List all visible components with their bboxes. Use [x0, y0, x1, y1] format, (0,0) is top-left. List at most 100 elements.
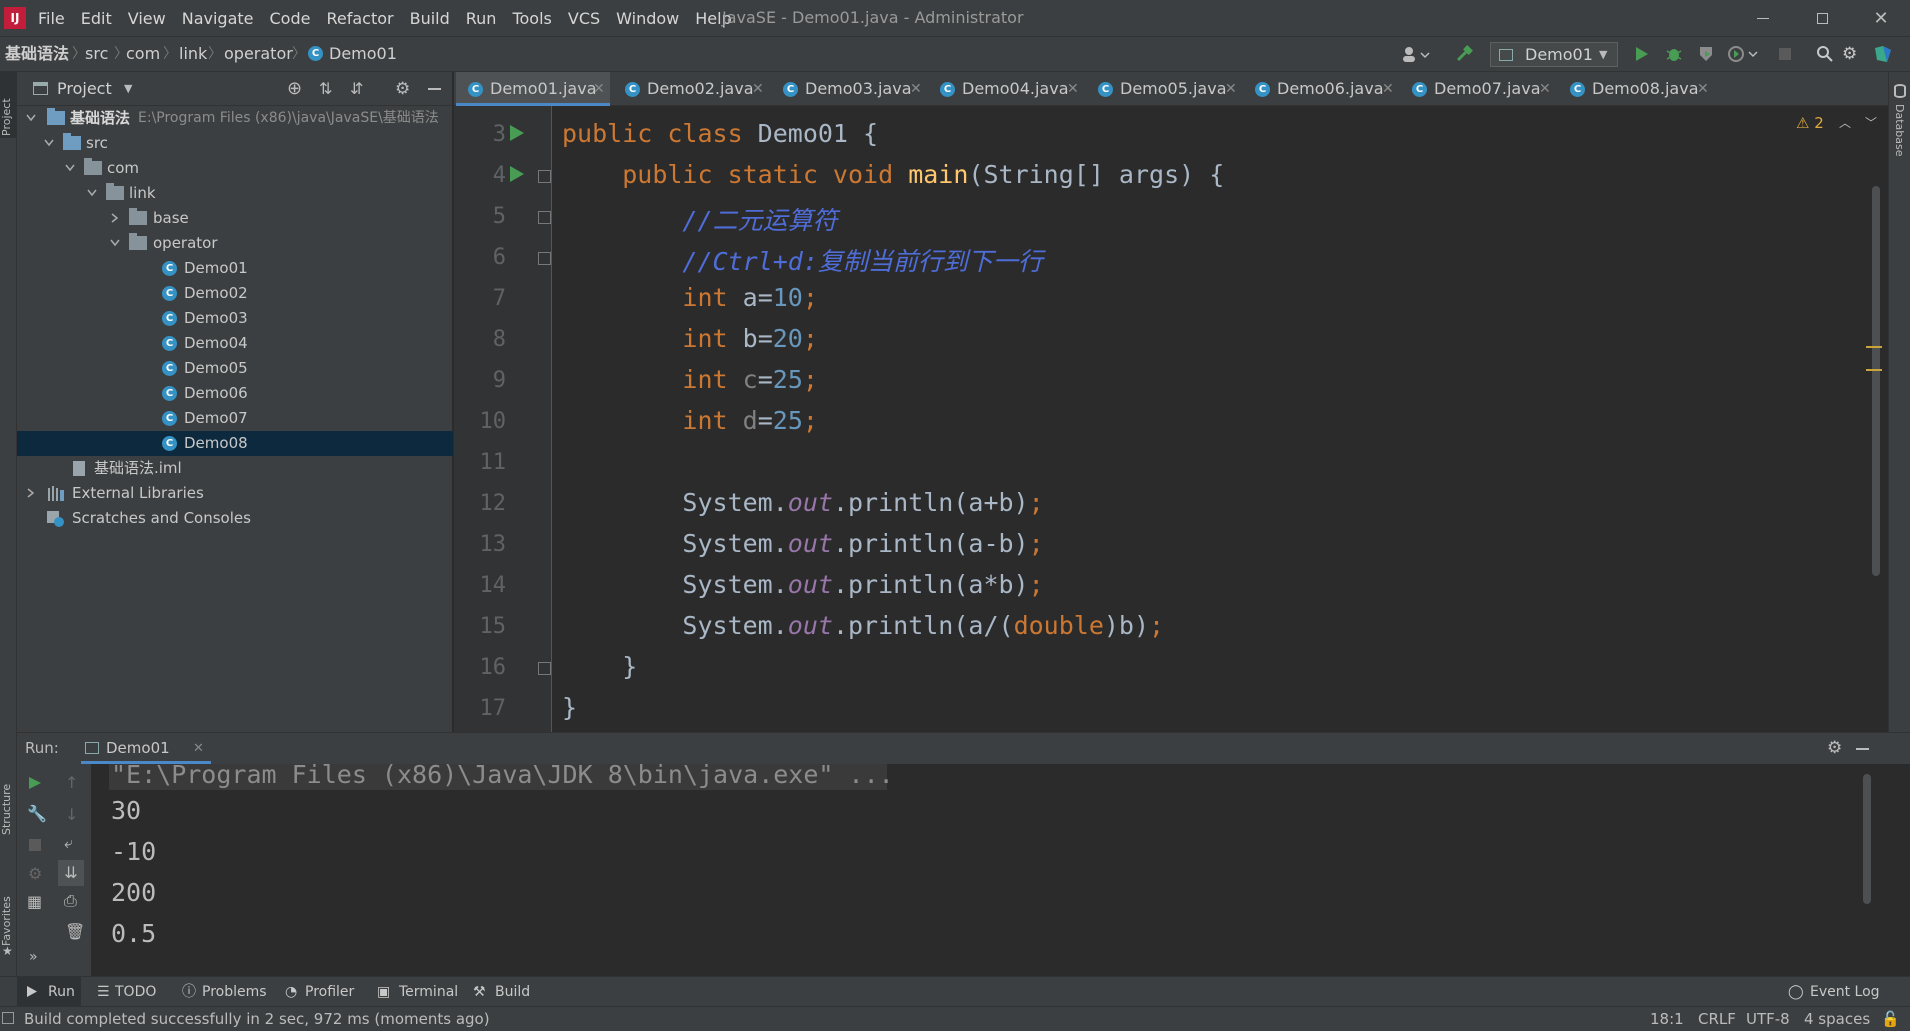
prev-highlight-icon[interactable]: ︿: [1839, 114, 1851, 131]
console-scrollbar[interactable]: [1863, 774, 1871, 904]
editor-tab-demo06[interactable]: C Demo06.java ✕: [1243, 72, 1399, 106]
favorites-tool-label[interactable]: Favorites: [0, 882, 17, 946]
editor-tab-demo03[interactable]: C Demo03.java ✕: [771, 72, 927, 106]
file-encoding[interactable]: UTF-8: [1746, 1007, 1790, 1031]
editor-tab-demo04[interactable]: C Demo04.java ✕: [928, 72, 1084, 106]
tree-node-class-selected[interactable]: C Demo08: [17, 431, 453, 456]
structure-tool-label[interactable]: Structure: [0, 765, 17, 835]
menu-vcs[interactable]: VCS: [560, 9, 608, 28]
close-tab-icon[interactable]: ✕: [1539, 72, 1551, 106]
down-arrow-icon[interactable]: ↓: [65, 805, 78, 824]
menu-tools[interactable]: Tools: [504, 9, 559, 28]
tool-tab-profiler[interactable]: ◔ Profiler: [283, 977, 354, 1006]
menu-code[interactable]: Code: [262, 9, 319, 28]
tree-node-class[interactable]: C Demo01: [17, 256, 453, 281]
code-editor[interactable]: public class Demo01 { public static void…: [553, 106, 1910, 732]
line-separator[interactable]: CRLF: [1698, 1007, 1736, 1031]
warning-stripe-mark[interactable]: [1866, 346, 1882, 348]
run-console[interactable]: "E:\Program Files (x86)\Java\JDK 8\bin\j…: [91, 760, 1910, 976]
editor-tab-demo01[interactable]: C Demo01.java ✕: [456, 72, 610, 106]
panel-settings-gear-icon[interactable]: ⚙: [395, 72, 410, 106]
database-tool-label[interactable]: Database: [1893, 104, 1906, 157]
menu-build[interactable]: Build: [402, 9, 458, 28]
tree-node-iml[interactable]: 基础语法.iml: [17, 456, 453, 481]
expand-all-icon[interactable]: ⇅: [319, 72, 332, 106]
build-hammer-icon[interactable]: [1455, 45, 1473, 63]
tool-tab-build[interactable]: ⚒ Build: [473, 977, 533, 1006]
tree-node-class[interactable]: C Demo07: [17, 406, 453, 431]
tree-node-com[interactable]: com: [17, 156, 453, 181]
tool-tab-run[interactable]: Run: [17, 977, 81, 1006]
soft-wrap-icon[interactable]: ⤶: [64, 833, 73, 853]
menu-window[interactable]: Window: [608, 9, 687, 28]
close-tab-icon[interactable]: ✕: [910, 72, 922, 106]
tree-node-external-libraries[interactable]: External Libraries: [17, 481, 453, 506]
tree-node-link[interactable]: link: [17, 181, 453, 206]
close-tab-icon[interactable]: ✕: [752, 72, 764, 106]
run-settings-gear-icon[interactable]: ⚙: [1827, 733, 1842, 764]
tool-tab-problems[interactable]: ⓘ Problems: [180, 977, 267, 1006]
editor-tab-demo05[interactable]: C Demo05.java ✕: [1086, 72, 1242, 106]
warnings-indicator[interactable]: ⚠ 2: [1796, 114, 1824, 132]
coverage-icon[interactable]: [1697, 45, 1715, 63]
tool-tab-todo[interactable]: ☰ TODO: [95, 977, 165, 1006]
next-highlight-icon[interactable]: ﹀: [1865, 114, 1877, 131]
run-icon[interactable]: [1634, 46, 1650, 62]
collapse-all-icon[interactable]: ⇵: [350, 72, 363, 106]
user-icon[interactable]: [1400, 45, 1432, 63]
editor-tab-demo02[interactable]: C Demo02.java ✕: [613, 72, 769, 106]
status-message[interactable]: Build completed successfully in 2 sec, 9…: [24, 1007, 490, 1031]
close-tab-icon[interactable]: ✕: [593, 72, 605, 106]
editor-scrollbar[interactable]: [1872, 186, 1880, 576]
tree-node-base[interactable]: base: [17, 206, 453, 231]
event-log-button[interactable]: ◯ Event Log: [1788, 977, 1888, 1006]
menu-navigate[interactable]: Navigate: [174, 9, 262, 28]
close-tab-icon[interactable]: ✕: [1225, 72, 1237, 106]
editor-tab-demo07[interactable]: C Demo07.java ✕: [1400, 72, 1556, 106]
scroll-to-end-icon[interactable]: ⇊: [58, 860, 84, 886]
tree-node-class[interactable]: C Demo06: [17, 381, 453, 406]
stop-icon[interactable]: [1779, 48, 1791, 60]
print-icon[interactable]: ⎙: [64, 891, 77, 911]
breadcrumb-link[interactable]: link: [179, 37, 207, 71]
plugin-icon[interactable]: [1873, 44, 1893, 64]
editor-tab-demo08[interactable]: C Demo08.java ✕: [1558, 72, 1714, 106]
breadcrumb-src[interactable]: src: [85, 37, 108, 71]
fold-marker-icon[interactable]: [538, 252, 551, 265]
up-arrow-icon[interactable]: ↑: [65, 773, 78, 792]
menu-refactor[interactable]: Refactor: [318, 9, 401, 28]
breadcrumb-project[interactable]: 基础语法: [5, 37, 69, 71]
tree-node-class[interactable]: C Demo03: [17, 306, 453, 331]
rerun-icon[interactable]: [28, 776, 42, 790]
warning-stripe-mark[interactable]: [1866, 369, 1882, 371]
fold-marker-icon[interactable]: [538, 662, 551, 675]
chevron-down-icon[interactable]: ▼: [124, 72, 132, 106]
more-icon[interactable]: »: [29, 949, 38, 965]
settings-gear-icon[interactable]: ⚙: [1842, 45, 1857, 63]
layout-icon[interactable]: ▦: [27, 892, 42, 911]
minimize-button[interactable]: [1734, 0, 1792, 36]
breadcrumb-operator[interactable]: operator: [224, 37, 293, 71]
close-tab-icon[interactable]: ✕: [1382, 72, 1394, 106]
close-tab-icon[interactable]: ✕: [1067, 72, 1079, 106]
tree-node-class[interactable]: C Demo05: [17, 356, 453, 381]
project-tool-label[interactable]: Project: [0, 76, 17, 136]
fold-marker-icon[interactable]: [538, 211, 551, 224]
tree-node-scratches[interactable]: Scratches and Consoles: [17, 506, 453, 531]
indent-setting[interactable]: 4 spaces: [1804, 1007, 1870, 1031]
tree-node-operator[interactable]: operator: [17, 231, 453, 256]
debug-icon[interactable]: [1665, 45, 1683, 63]
close-tab-icon[interactable]: ✕: [1697, 72, 1709, 106]
run-gutter-icon[interactable]: [509, 165, 525, 183]
caret-position[interactable]: 18:1: [1650, 1007, 1684, 1031]
fold-marker-icon[interactable]: [538, 170, 551, 183]
run-config-select[interactable]: Demo01 ▼: [1490, 42, 1618, 67]
restore-layout-icon[interactable]: ⚙: [28, 864, 42, 883]
hide-panel-icon[interactable]: [428, 88, 441, 90]
project-panel-title[interactable]: Project: [57, 72, 112, 106]
breadcrumb-com[interactable]: com: [126, 37, 160, 71]
close-window-button[interactable]: ✕: [1852, 0, 1910, 36]
menu-run[interactable]: Run: [458, 9, 505, 28]
breadcrumb-class[interactable]: Demo01: [329, 37, 397, 71]
restore-button[interactable]: [1793, 0, 1851, 36]
